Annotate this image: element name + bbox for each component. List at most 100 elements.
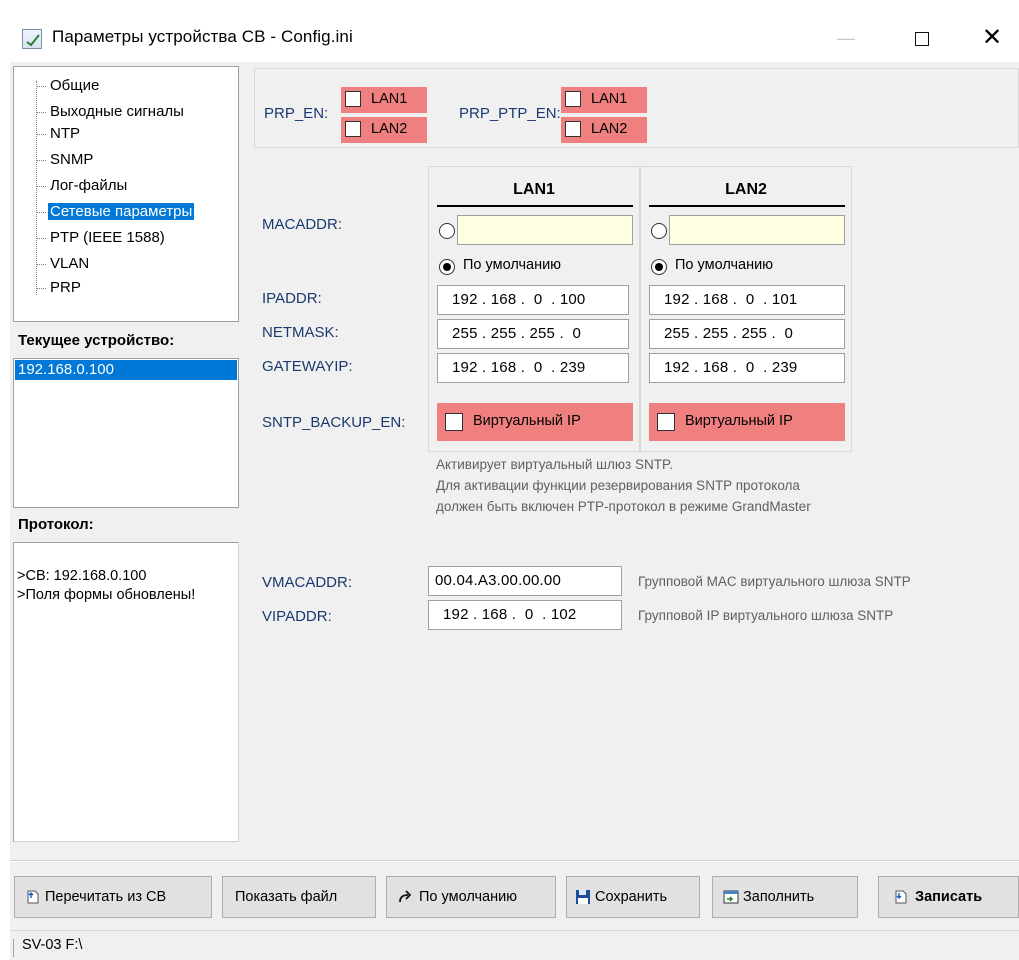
tree-item-label: SNMP [50,151,94,168]
vipaddr-hint: Групповой IP виртуального шлюза SNTP [638,608,894,623]
fill-label: Заполнить [743,889,815,905]
toolbar-separator [10,860,1019,862]
prp-ptp-en-lan1-checkbox[interactable]: LAN1 [561,87,647,113]
note-line: Активирует виртуальный шлюз SNTP. [436,457,673,472]
save-label: Сохранить [595,889,668,905]
settings-tree[interactable]: Общие Выходные сигналы NTP SNMP Лог-файл… [13,66,239,322]
lan1-gatewayip-field[interactable]: 192 . 168 . 0 . 239 [437,353,629,383]
write-label: Записать [915,889,983,905]
lan1-netmask-field[interactable]: 255 . 255 . 255 . 0 [437,319,629,349]
lan1-ipaddr-field[interactable]: 192 . 168 . 0 . 100 [437,285,629,315]
lan1-virtual-ip-checkbox[interactable]: Виртуальный IP [437,403,633,441]
tree-item-label: VLAN [50,255,90,272]
tree-item-label: Лог-файлы [50,177,128,194]
checkbox-label: LAN1 [371,91,408,107]
lan2-virtual-ip-checkbox[interactable]: Виртуальный IP [649,403,845,441]
checkbox-label: Виртуальный IP [685,413,793,429]
current-device-list[interactable]: 192.168.0.100 [13,358,239,508]
redo-arrow-icon [399,890,412,903]
tree-item-output-signals[interactable]: Выходные сигналы [36,101,186,122]
write-icon [895,890,907,904]
vipaddr-label: VIPADDR: [262,608,332,625]
fill-button[interactable]: Заполнить [712,876,858,918]
tree-item-label: PRP [50,279,81,296]
lan2-mac-default-radio[interactable] [651,259,667,275]
checkbox-label: LAN1 [591,91,628,107]
sntp-note: Активирует виртуальный шлюз SNTP. Для ак… [436,454,811,517]
gatewayip-label: GATEWAYIP: [262,358,353,375]
write-button[interactable]: Записать [878,876,1019,918]
checkbox-label: LAN2 [371,121,408,137]
vmacaddr-field[interactable]: 00.04.A3.00.00.00 [428,566,622,596]
protocol-log[interactable]: >СВ: 192.168.0.100 >Поля формы обновлены… [13,542,239,842]
minimize-button[interactable]: — [826,18,866,58]
note-line: должен быть включен PTP-протокол в режим… [436,499,811,514]
lan1-mac-input[interactable] [457,215,633,245]
floppy-disk-icon [576,890,590,904]
save-button[interactable]: Сохранить [566,876,700,918]
vmacaddr-label: VMACADDR: [262,574,353,591]
tree-item-network-params[interactable]: Сетевые параметры [36,201,195,222]
current-device-label: Текущее устройство: [18,332,175,349]
close-button[interactable]: ✕ [972,18,1012,58]
tree-item-ntp[interactable]: NTP [36,123,82,144]
protocol-label: Протокол: [18,516,94,533]
tree-item-label: Сетевые параметры [48,203,195,220]
lan1-title-rule [437,205,633,207]
reread-icon [27,890,39,904]
maximize-button[interactable] [902,18,942,58]
maximize-icon [915,32,929,47]
lan2-title-rule [649,205,845,207]
prp-ptp-en-label: PRP_PTP_EN: [459,105,561,122]
checkbox-box [565,91,581,107]
tree-item-vlan[interactable]: VLAN [36,253,91,274]
ipaddr-label: IPADDR: [262,290,322,307]
tree-item-snmp[interactable]: SNMP [36,149,95,170]
tree-item-label: Общие [50,77,100,94]
lan2-netmask-field[interactable]: 255 . 255 . 255 . 0 [649,319,845,349]
netmask-label: NETMASK: [262,324,339,341]
macaddr-label: MACADDR: [262,216,343,233]
tree-item-prp[interactable]: PRP [36,277,83,298]
defaults-button[interactable]: По умолчанию [386,876,556,918]
vipaddr-field[interactable]: 192 . 168 . 0 . 102 [428,600,622,630]
lan2-gatewayip-field[interactable]: 192 . 168 . 0 . 239 [649,353,845,383]
checkbox-box [565,121,581,137]
lan1-mac-default-radio[interactable] [439,259,455,275]
status-bar: SV-03 F:\ [10,930,1019,960]
lan2-default-label: По умолчанию [675,257,774,273]
protocol-line: >Поля формы обновлены! [17,587,196,603]
lan2-mac-input[interactable] [669,215,845,245]
show-file-label: Показать файл [235,889,338,905]
fill-form-icon [723,890,739,904]
protocol-line: >СВ: 192.168.0.100 [17,568,147,584]
prp-group: PRP_EN: LAN1 LAN2 PRP_PTP_EN: LAN1 LAN2 [254,68,1019,148]
window-client: Общие Выходные сигналы NTP SNMP Лог-файл… [10,62,1019,960]
lan2-column: LAN2 По умолчанию 192 . 168 . 0 . 101 25… [640,166,852,452]
checkbox-box [657,413,675,431]
prp-en-lan1-checkbox[interactable]: LAN1 [341,87,427,113]
lan1-mac-custom-radio[interactable] [439,223,455,239]
lan2-mac-custom-radio[interactable] [651,223,667,239]
current-device-item[interactable]: 192.168.0.100 [15,360,237,380]
window-title: Параметры устройства СВ - Config.ini [52,27,353,46]
tree-item-ptp[interactable]: PTP (IEEE 1588) [36,227,167,248]
checkbox-label: LAN2 [591,121,628,137]
tree-item-log-files[interactable]: Лог-файлы [36,175,129,196]
sntp-backup-en-label: SNTP_BACKUP_EN: [262,414,406,431]
checkbox-box [345,121,361,137]
tree-item-label: NTP [50,125,80,142]
lan2-ipaddr-field[interactable]: 192 . 168 . 0 . 101 [649,285,845,315]
prp-en-lan2-checkbox[interactable]: LAN2 [341,117,427,143]
prp-ptp-en-lan2-checkbox[interactable]: LAN2 [561,117,647,143]
checkbox-box [345,91,361,107]
tree-item-label: PTP (IEEE 1588) [50,229,165,246]
note-line: Для активации функции резервирования SNT… [436,478,800,493]
show-file-button[interactable]: Показать файл [222,876,376,918]
lan1-title: LAN1 [513,181,555,198]
reread-button[interactable]: Перечитать из СВ [14,876,212,918]
reread-label: Перечитать из СВ [45,889,167,905]
tree-item-general[interactable]: Общие [36,75,101,96]
lan1-column: LAN1 По умолчанию 192 . 168 . 0 . 100 25… [428,166,640,452]
lan1-default-label: По умолчанию [463,257,562,273]
